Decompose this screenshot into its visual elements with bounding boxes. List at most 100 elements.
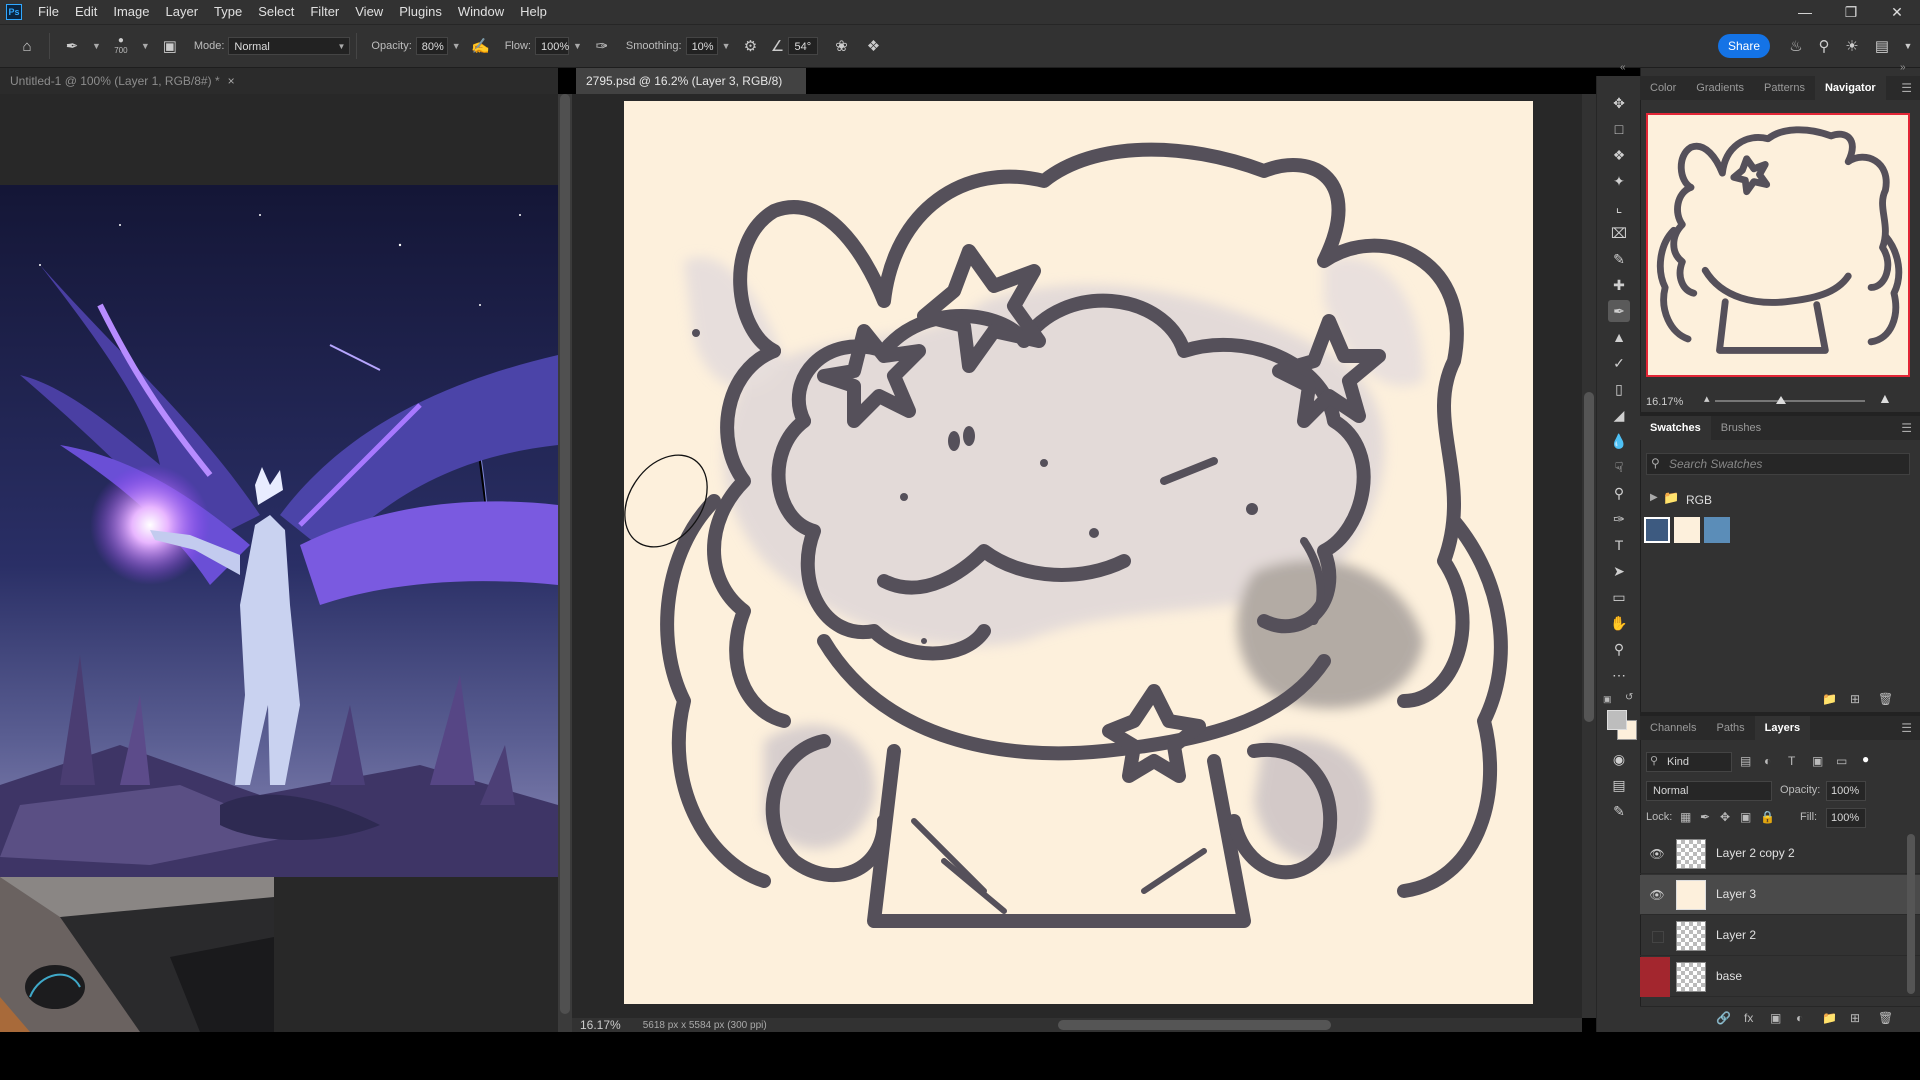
menu-file[interactable]: File	[30, 0, 67, 24]
lock-all-icon[interactable]: 🔒	[1760, 810, 1775, 824]
navigator-zoom-value[interactable]: 16.17%	[1646, 396, 1683, 408]
angle-field[interactable]: 54°	[788, 37, 819, 55]
swap-colors-icon[interactable]: ↺	[1625, 692, 1633, 703]
left-doc-scrollbar-thumb[interactable]	[560, 94, 570, 1014]
menu-window[interactable]: Window	[450, 0, 512, 24]
quick-mask-icon[interactable]: ◉	[1608, 748, 1630, 770]
path-selection-icon[interactable]: ➤	[1608, 560, 1630, 582]
zoom-level[interactable]: 16.17%	[580, 1018, 621, 1032]
eyedropper-icon[interactable]: ✎	[1608, 248, 1630, 270]
search-icon[interactable]: ⚲	[1812, 34, 1836, 58]
artboard-icon[interactable]: ✎	[1608, 800, 1630, 822]
frame-tool-icon[interactable]: ⌧	[1608, 222, 1630, 244]
filter-smart-object-icon[interactable]: ▭	[1836, 754, 1847, 768]
chevron-down-icon[interactable]: ▼	[573, 41, 582, 51]
brush-tool-icon[interactable]: ✒	[59, 33, 85, 59]
panel-menu-icon[interactable]: ☰	[1901, 81, 1912, 95]
menu-image[interactable]: Image	[105, 0, 157, 24]
menu-plugins[interactable]: Plugins	[391, 0, 450, 24]
menu-type[interactable]: Type	[206, 0, 250, 24]
smoothing-field[interactable]: 10%	[685, 37, 718, 55]
vertical-scrollbar-thumb[interactable]	[1584, 392, 1594, 722]
fx-icon[interactable]: fx	[1744, 1011, 1753, 1025]
zoom-out-icon[interactable]: ▴	[1704, 392, 1710, 405]
pressure-size-icon[interactable]: ❀	[828, 33, 854, 59]
bell-icon[interactable]: ♨	[1784, 34, 1808, 58]
smudge-tool-icon[interactable]: ☟	[1608, 456, 1630, 478]
tab-swatches[interactable]: Swatches	[1640, 416, 1711, 440]
screen-mode-icon[interactable]: ▤	[1608, 774, 1630, 796]
layer-opacity-field[interactable]: 100%	[1826, 781, 1866, 801]
brush-tool-icon[interactable]: ✒	[1608, 300, 1630, 322]
magic-wand-icon[interactable]: ✦	[1608, 170, 1630, 192]
zoom-tool-icon[interactable]: ⚲	[1608, 638, 1630, 660]
discover-icon[interactable]: ☀	[1840, 34, 1864, 58]
chevron-down-icon[interactable]: ▼	[452, 41, 461, 51]
new-swatch-icon[interactable]: ⊞	[1850, 692, 1860, 706]
adjustment-layer-icon[interactable]: ◐	[1796, 1011, 1803, 1025]
layer-name[interactable]: Layer 2	[1716, 928, 1756, 942]
tab-channels[interactable]: Channels	[1640, 716, 1706, 740]
airbrush-icon[interactable]: ✑	[589, 33, 615, 59]
lasso-tool-icon[interactable]: ❖	[1608, 144, 1630, 166]
chevron-right-icon[interactable]: ▶	[1650, 492, 1658, 503]
add-mask-icon[interactable]: ▣	[1770, 1011, 1781, 1025]
lock-artboard-icon[interactable]: ▣	[1740, 810, 1751, 824]
share-button[interactable]: Share	[1718, 34, 1770, 58]
panel-menu-icon[interactable]: ☰	[1901, 721, 1912, 735]
symmetry-icon[interactable]: ❖	[860, 33, 886, 59]
layer-row[interactable]: 👁 Layer 2 copy 2	[1640, 834, 1920, 874]
layer-row-selected[interactable]: 👁 Layer 3	[1640, 875, 1920, 915]
move-tool-icon[interactable]: ✥	[1608, 92, 1630, 114]
trash-icon[interactable]: 🗑	[1878, 692, 1893, 706]
menu-view[interactable]: View	[347, 0, 391, 24]
brush-preset-picker[interactable]: ● 700	[108, 33, 134, 59]
menu-help[interactable]: Help	[512, 0, 555, 24]
crop-tool-icon[interactable]: ⌞	[1608, 196, 1630, 218]
close-icon[interactable]: ×	[228, 74, 235, 88]
tab-2795-psd[interactable]: 2795.psd @ 16.2% (Layer 3, RGB/8) *×	[576, 68, 806, 114]
menu-select[interactable]: Select	[250, 0, 302, 24]
more-tools-icon[interactable]: ⋯	[1608, 664, 1630, 686]
visibility-toggle-off[interactable]	[1652, 931, 1664, 943]
lock-image-icon[interactable]: ✒	[1700, 810, 1710, 824]
layer-row[interactable]: base	[1640, 957, 1920, 997]
stamp-tool-icon[interactable]: ▲	[1608, 326, 1630, 348]
filter-pixel-icon[interactable]: ▤	[1740, 754, 1751, 768]
opacity-field[interactable]: 80%	[415, 37, 448, 55]
paint-bucket-icon[interactable]: ◢	[1608, 404, 1630, 426]
eye-icon[interactable]: 👁	[1649, 888, 1664, 902]
chevron-down-icon[interactable]: ▼	[1900, 34, 1916, 58]
tab-patterns[interactable]: Patterns	[1754, 76, 1815, 100]
layers-scrollbar-thumb[interactable]	[1907, 834, 1915, 994]
drawing-canvas[interactable]	[624, 101, 1533, 1004]
filter-adjustment-icon[interactable]: ◐	[1764, 754, 1771, 768]
eraser-icon[interactable]: ▯	[1608, 378, 1630, 400]
tab-brushes[interactable]: Brushes	[1711, 416, 1771, 440]
dodge-tool-icon[interactable]: ⚲	[1608, 482, 1630, 504]
swatch-color-3[interactable]	[1704, 517, 1730, 543]
filter-type-icon[interactable]: T	[1788, 754, 1795, 768]
minimize-icon[interactable]: —	[1782, 0, 1828, 24]
chevron-down-icon[interactable]: ▼	[92, 41, 101, 51]
blend-mode-select[interactable]: Normal	[1646, 781, 1772, 801]
tab-gradients[interactable]: Gradients	[1686, 76, 1754, 100]
workspace-icon[interactable]: ▤	[1870, 34, 1894, 58]
healing-brush-icon[interactable]: ✚	[1608, 274, 1630, 296]
navigator-zoom-slider[interactable]	[1715, 400, 1865, 402]
collapse-dock-icon[interactable]: »	[1900, 62, 1906, 73]
new-group-icon[interactable]: 📁	[1822, 1011, 1837, 1025]
panel-menu-icon[interactable]: ☰	[1901, 421, 1912, 435]
hand-tool-icon[interactable]: ✋	[1608, 612, 1630, 634]
swatch-color-1[interactable]	[1644, 517, 1670, 543]
zoom-in-icon[interactable]: ▲	[1878, 390, 1892, 406]
pressure-opacity-icon[interactable]: ✍	[468, 33, 494, 59]
blur-tool-icon[interactable]: 💧	[1608, 430, 1630, 452]
mode-select[interactable]: Normal ▼	[228, 37, 351, 55]
brush-settings-panel-icon[interactable]: ▣	[157, 33, 183, 59]
foreground-color-swatch[interactable]	[1607, 710, 1627, 730]
tab-layers[interactable]: Layers	[1754, 716, 1811, 740]
filter-toggle-icon[interactable]: ●	[1862, 752, 1869, 766]
gear-icon[interactable]: ⚙	[737, 33, 763, 59]
new-layer-icon[interactable]: ⊞	[1850, 1011, 1860, 1025]
